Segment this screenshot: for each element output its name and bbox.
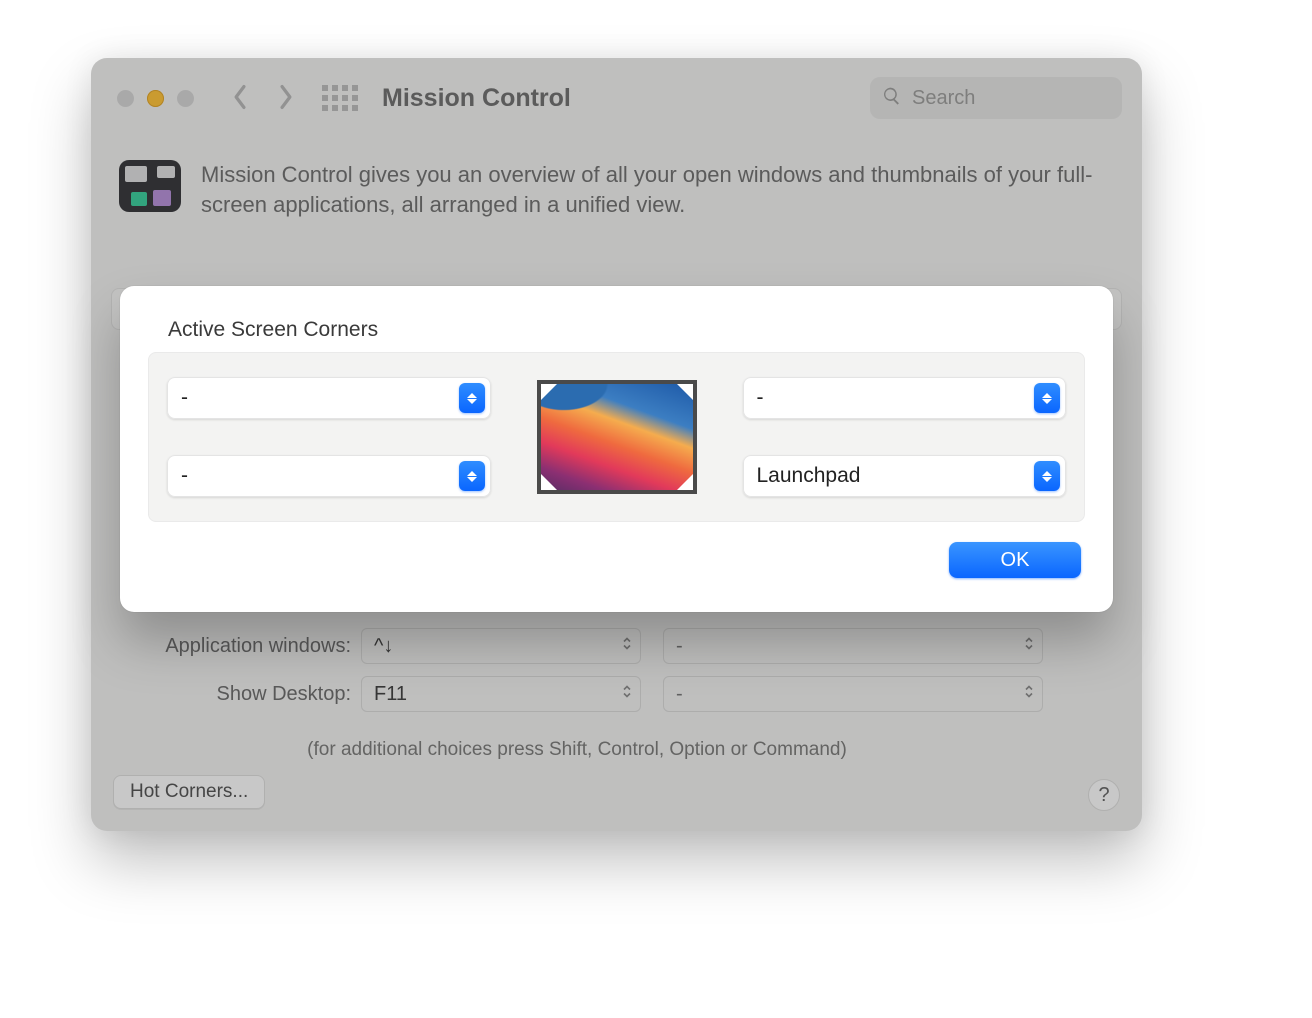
shortcut-hint: (for additional choices press Shift, Con… — [307, 739, 847, 760]
updown-icon — [622, 683, 632, 706]
intro-text: Mission Control gives you an overview of… — [201, 160, 1118, 219]
corner-select-top-left[interactable]: - — [167, 377, 491, 419]
search-icon — [882, 86, 902, 111]
row-label-application-windows: Application windows: — [111, 635, 361, 658]
corner-select-bottom-left[interactable]: - — [167, 455, 491, 497]
select-value: - — [676, 683, 683, 706]
help-icon: ? — [1098, 784, 1109, 807]
chevron-right-icon — [277, 84, 295, 113]
select-application-windows-primary[interactable]: ^↓ — [361, 628, 641, 664]
corner-indicator-bottom-left-icon — [541, 474, 557, 490]
corner-grid: - - - Launchpad — [148, 352, 1085, 522]
intro-row: Mission Control gives you an overview of… — [119, 160, 1118, 219]
select-value: - — [757, 386, 764, 410]
updown-stepper-icon — [459, 383, 485, 413]
sheet-title: Active Screen Corners — [168, 318, 1085, 342]
chevron-left-icon — [231, 84, 249, 113]
row-label-show-desktop: Show Desktop: — [111, 683, 361, 706]
show-all-preferences-icon[interactable] — [322, 85, 358, 111]
updown-stepper-icon — [1034, 383, 1060, 413]
select-value: - — [676, 635, 683, 658]
search-input[interactable] — [910, 86, 1110, 111]
corner-indicator-top-left-icon — [541, 384, 557, 400]
wallpaper-icon — [541, 384, 693, 490]
keyboard-shortcuts-section: Application windows: ^↓ - Show Desktop: … — [111, 628, 1122, 761]
help-button[interactable]: ? — [1088, 779, 1120, 811]
zoom-window-button[interactable] — [177, 90, 194, 107]
screen-illustration — [537, 380, 697, 494]
updown-stepper-icon — [459, 461, 485, 491]
active-screen-corners-sheet: Active Screen Corners - - - Launchpad OK — [120, 286, 1113, 612]
select-show-desktop-secondary[interactable]: - — [663, 676, 1043, 712]
hot-corners-button[interactable]: Hot Corners... — [113, 775, 265, 809]
sheet-footer: OK — [148, 542, 1085, 578]
updown-icon — [622, 635, 632, 658]
select-application-windows-secondary[interactable]: - — [663, 628, 1043, 664]
forward-button[interactable] — [268, 80, 304, 116]
window-toolbar: Mission Control — [91, 58, 1142, 138]
close-window-button[interactable] — [117, 90, 134, 107]
updown-icon — [1024, 683, 1034, 706]
window-traffic-lights — [117, 90, 194, 107]
minimize-window-button[interactable] — [147, 90, 164, 107]
updown-stepper-icon — [1034, 461, 1060, 491]
select-value: Launchpad — [757, 464, 861, 488]
corner-select-bottom-right[interactable]: Launchpad — [743, 455, 1067, 497]
mission-control-icon — [119, 160, 181, 212]
corner-indicator-bottom-right-icon — [677, 474, 693, 490]
select-value: ^↓ — [374, 635, 393, 658]
select-value: - — [181, 464, 188, 488]
select-value: F11 — [374, 683, 407, 706]
select-value: - — [181, 386, 188, 410]
search-field[interactable] — [870, 77, 1122, 119]
window-title: Mission Control — [382, 84, 571, 113]
ok-button[interactable]: OK — [949, 542, 1081, 578]
corner-indicator-top-right-icon — [677, 384, 693, 400]
updown-icon — [1024, 635, 1034, 658]
back-button[interactable] — [222, 80, 258, 116]
select-show-desktop-primary[interactable]: F11 — [361, 676, 641, 712]
corner-select-top-right[interactable]: - — [743, 377, 1067, 419]
